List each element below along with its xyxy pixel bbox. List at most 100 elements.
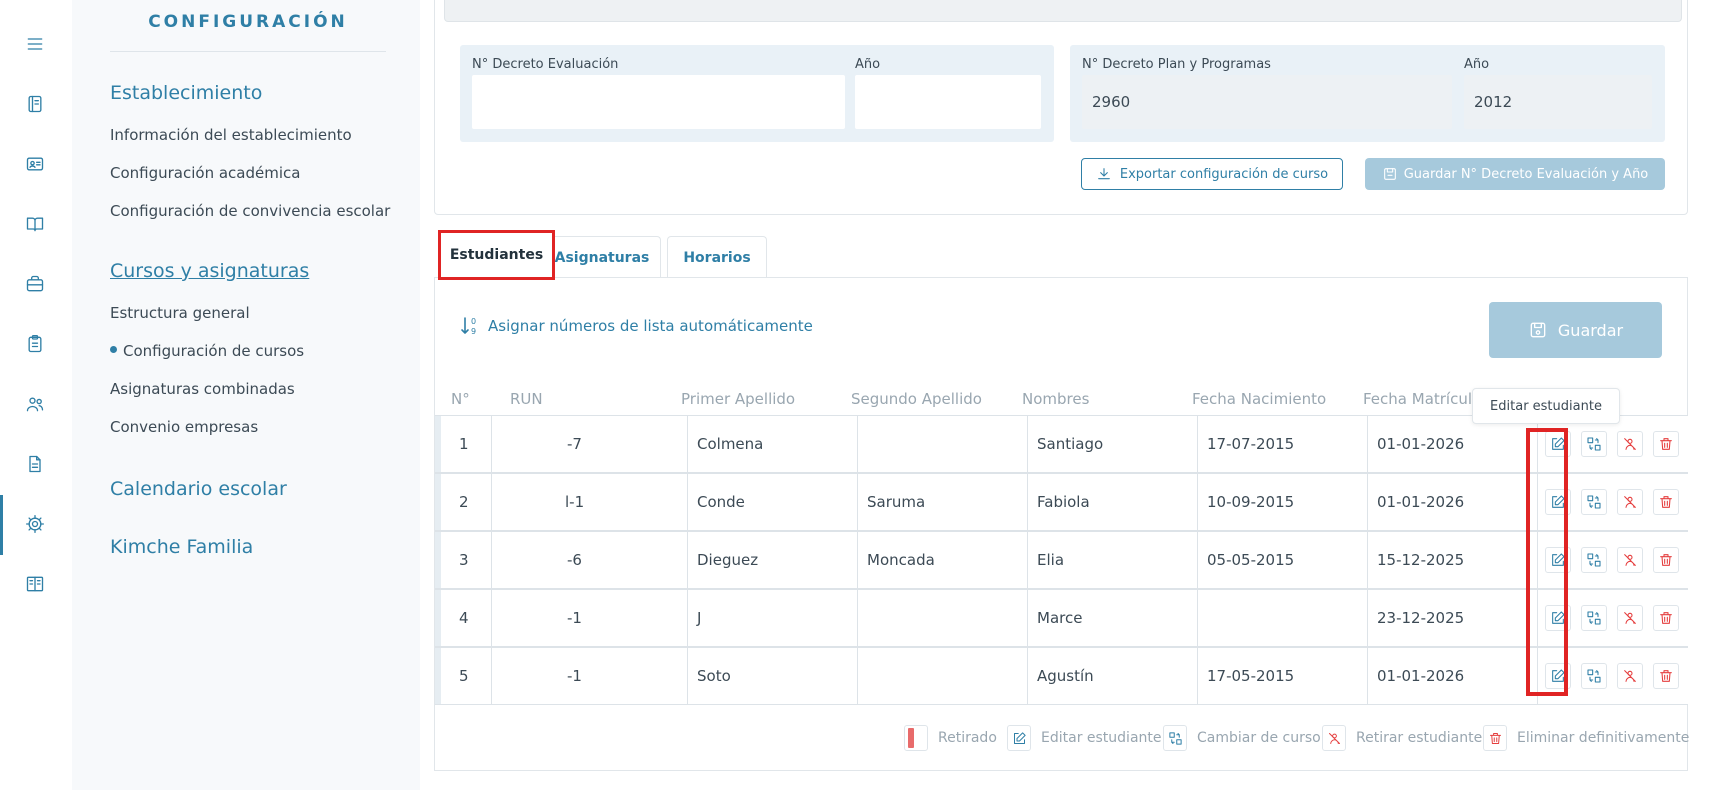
gear-icon[interactable] bbox=[23, 512, 47, 536]
cell-fecha-matricula: 01-01-2026 bbox=[1377, 493, 1465, 511]
change-course-icon bbox=[1587, 437, 1601, 451]
auto-number-link[interactable]: 0 9 Asignar números de lista automáticam… bbox=[460, 315, 813, 337]
sidebar-item-config-cursos[interactable]: Configuración de cursos bbox=[110, 342, 304, 360]
svg-text:9: 9 bbox=[471, 327, 476, 336]
cell-numero: 1 bbox=[459, 435, 469, 453]
sidebar-item-convivencia[interactable]: Configuración de convivencia escolar bbox=[110, 202, 390, 220]
tab-horarios[interactable]: Horarios bbox=[667, 236, 767, 278]
export-config-button[interactable]: Exportar configuración de curso bbox=[1081, 158, 1343, 190]
delete-student-button[interactable] bbox=[1653, 547, 1679, 573]
sidebar-item-combinadas[interactable]: Asignaturas combinadas bbox=[110, 380, 295, 398]
column-divider bbox=[857, 416, 858, 472]
change-course-icon bbox=[1587, 553, 1601, 567]
legend-retirar: Retirar estudiante bbox=[1322, 725, 1482, 751]
column-divider bbox=[687, 416, 688, 472]
column-divider bbox=[1027, 474, 1028, 530]
id-card-icon[interactable] bbox=[23, 152, 47, 176]
menu-icon[interactable] bbox=[23, 32, 47, 56]
cell-fecha-matricula: 01-01-2026 bbox=[1377, 667, 1465, 685]
withdraw-student-icon bbox=[1624, 670, 1636, 682]
cell-fecha-matricula: 01-01-2026 bbox=[1377, 435, 1465, 453]
column-header-segundo-apellido: Segundo Apellido bbox=[851, 390, 982, 408]
decree-evaluacion-input[interactable] bbox=[472, 75, 845, 129]
legend-editar: Editar estudiante bbox=[1007, 725, 1162, 751]
column-divider bbox=[1197, 474, 1198, 530]
column-divider bbox=[1027, 590, 1028, 646]
cell-segundo-apellido: Moncada bbox=[867, 551, 935, 569]
tab-estudiantes[interactable]: Estudiantes bbox=[438, 230, 555, 280]
column-divider bbox=[1367, 590, 1368, 646]
delete-student-button[interactable] bbox=[1653, 489, 1679, 515]
cell-numero: 4 bbox=[459, 609, 469, 627]
column-divider bbox=[491, 590, 492, 646]
notebook-icon[interactable] bbox=[23, 92, 47, 116]
delete-student-button[interactable] bbox=[1653, 605, 1679, 631]
column-divider bbox=[857, 590, 858, 646]
sidebar-section-cursos[interactable]: Cursos y asignaturas bbox=[110, 260, 309, 282]
decree-evaluacion-year-input[interactable] bbox=[855, 75, 1041, 129]
delete-student-button[interactable] bbox=[1653, 431, 1679, 457]
sort-numeric-icon: 0 9 bbox=[461, 317, 476, 336]
change-course-button[interactable] bbox=[1581, 489, 1607, 515]
cell-fecha-nacimiento: 10-09-2015 bbox=[1207, 493, 1295, 511]
book-open-icon[interactable] bbox=[23, 212, 47, 236]
main-content: N° Decreto Evaluación Año N° Decreto Pla… bbox=[420, 0, 1731, 790]
save-students-button[interactable]: Guardar bbox=[1489, 302, 1662, 358]
active-indicator bbox=[0, 495, 3, 555]
cell-nombres: Santiago bbox=[1037, 435, 1104, 453]
decree-plan-panel: N° Decreto Plan y Programas 2960 Año 201… bbox=[1070, 45, 1665, 142]
clipboard-icon[interactable] bbox=[23, 332, 47, 356]
legend-cambiar: Cambiar de curso bbox=[1163, 725, 1321, 751]
cell-nombres: Agustín bbox=[1037, 667, 1094, 685]
legend-retirar-label: Retirar estudiante bbox=[1356, 730, 1483, 746]
sidebar-item-convenio[interactable]: Convenio empresas bbox=[110, 418, 258, 436]
column-divider bbox=[687, 474, 688, 530]
sidebar-item-academica[interactable]: Configuración académica bbox=[110, 164, 300, 182]
column-divider bbox=[491, 416, 492, 472]
document-icon[interactable] bbox=[23, 452, 47, 476]
change-course-icon bbox=[1587, 495, 1601, 509]
cell-primer-apellido: Colmena bbox=[697, 435, 764, 453]
withdraw-student-icon bbox=[1322, 725, 1346, 751]
column-header-nombres: Nombres bbox=[1022, 390, 1090, 408]
column-divider bbox=[687, 532, 688, 588]
withdraw-student-button[interactable] bbox=[1617, 663, 1643, 689]
sidebar-section-calendario[interactable]: Calendario escolar bbox=[110, 478, 287, 500]
legend-editar-label: Editar estudiante bbox=[1041, 730, 1162, 746]
withdraw-student-button[interactable] bbox=[1617, 605, 1643, 631]
sidebar-section-kimche[interactable]: Kimche Familia bbox=[110, 536, 253, 558]
sidebar-item-informacion[interactable]: Información del establecimiento bbox=[110, 126, 352, 144]
decree-evaluacion-panel: N° Decreto Evaluación Año bbox=[460, 45, 1054, 142]
cell-run: -7 bbox=[567, 435, 582, 453]
legend-cambiar-label: Cambiar de curso bbox=[1197, 730, 1321, 746]
column-divider bbox=[857, 532, 858, 588]
app-rail bbox=[0, 0, 72, 790]
save-decree-button[interactable]: Guardar N° Decreto Evaluación y Año bbox=[1365, 158, 1665, 190]
cell-run: l-1 bbox=[565, 493, 585, 511]
trash-icon bbox=[1660, 496, 1672, 508]
decree-evaluacion-label: N° Decreto Evaluación bbox=[472, 57, 619, 72]
withdraw-student-button[interactable] bbox=[1617, 431, 1643, 457]
trash-icon bbox=[1483, 725, 1507, 751]
briefcase-icon[interactable] bbox=[23, 272, 47, 296]
withdraw-student-icon bbox=[1624, 612, 1636, 624]
save-icon bbox=[1530, 322, 1546, 338]
users-icon[interactable] bbox=[23, 392, 47, 416]
sidebar-item-estructura[interactable]: Estructura general bbox=[110, 304, 250, 322]
cell-fecha-nacimiento: 17-05-2015 bbox=[1207, 667, 1295, 685]
decree-plan-label: N° Decreto Plan y Programas bbox=[1082, 57, 1271, 72]
withdraw-student-button[interactable] bbox=[1617, 547, 1643, 573]
library-icon[interactable] bbox=[23, 572, 47, 596]
export-config-label: Exportar configuración de curso bbox=[1119, 166, 1329, 182]
change-course-button[interactable] bbox=[1581, 547, 1607, 573]
delete-student-button[interactable] bbox=[1653, 663, 1679, 689]
withdraw-student-button[interactable] bbox=[1617, 489, 1643, 515]
download-icon bbox=[1097, 168, 1110, 180]
sidebar-section-establecimiento[interactable]: Establecimiento bbox=[110, 82, 262, 104]
change-course-button[interactable] bbox=[1581, 431, 1607, 457]
change-course-button[interactable] bbox=[1581, 663, 1607, 689]
column-divider bbox=[1027, 648, 1028, 704]
change-course-button[interactable] bbox=[1581, 605, 1607, 631]
config-sidebar: CONFIGURACIÓN Establecimiento Informació… bbox=[72, 0, 420, 790]
tab-asignaturas[interactable]: Asignaturas bbox=[543, 236, 661, 278]
